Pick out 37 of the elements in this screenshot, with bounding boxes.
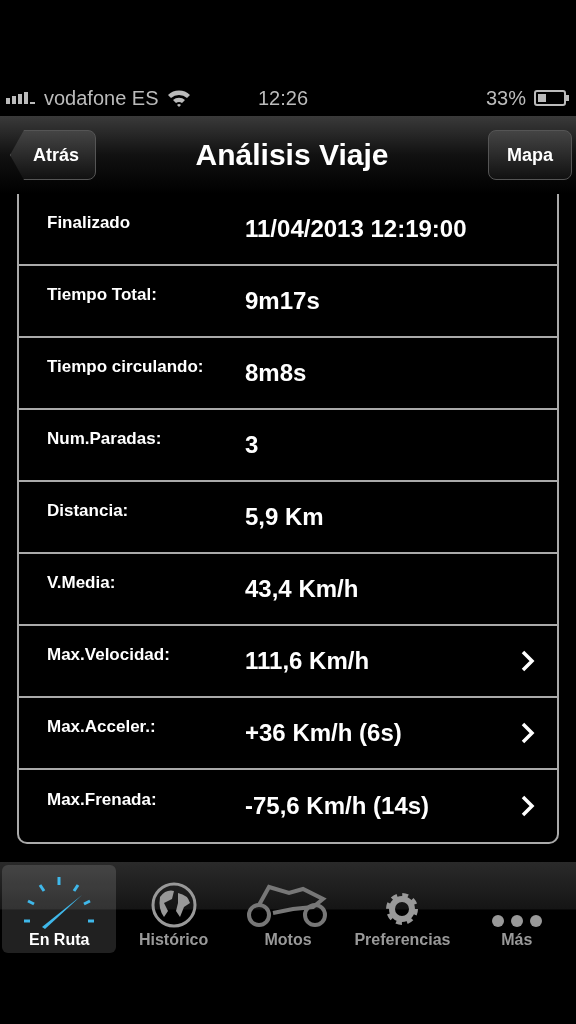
- tab[interactable]: Motos: [230, 865, 346, 953]
- row-label: Max.Frenada:: [47, 790, 158, 810]
- tab[interactable]: En Ruta: [2, 865, 117, 953]
- row-value: -75,6 Km/h (14s): [245, 792, 431, 820]
- row-value: 3: [245, 431, 260, 459]
- row-label: Max.Acceler.:: [47, 717, 157, 737]
- row-label: Distancia:: [47, 501, 130, 521]
- row-label: Tiempo circulando:: [47, 357, 205, 377]
- battery-percent: 33%: [485, 86, 526, 110]
- table-row[interactable]: Max.Frenada: -75,6 Km/h (14s): [19, 770, 557, 842]
- signal-icon: [6, 92, 36, 104]
- row-value: 111,6 Km/h: [245, 647, 371, 675]
- row-value: 8m8s: [245, 359, 308, 387]
- row-value: 11/04/2013 12:19:00: [245, 215, 468, 243]
- row-label: Num.Paradas:: [47, 429, 163, 449]
- row-label: Finalizado: [47, 213, 132, 233]
- wifi-icon: [166, 89, 191, 107]
- map-button[interactable]: Mapa: [488, 130, 572, 180]
- tab[interactable]: Preferencias: [345, 865, 460, 953]
- back-button[interactable]: Atrás: [10, 130, 97, 180]
- table-row[interactable]: Max.Velocidad: 111,6 Km/h: [19, 626, 557, 698]
- tab[interactable]: Más: [459, 865, 575, 953]
- clock-time: 12:26: [258, 86, 309, 110]
- row-value: 43,4 Km/h: [245, 575, 360, 603]
- globe-icon: [149, 881, 198, 929]
- tab[interactable]: Histórico: [116, 865, 231, 953]
- screen-title: Análisis Viaje: [194, 138, 390, 172]
- row-label: V.Media:: [47, 573, 117, 593]
- row-label: Tiempo Total:: [47, 285, 158, 305]
- more-icon: [489, 913, 544, 929]
- carrier-name: vodafone ES: [44, 86, 159, 110]
- row-value: +36 Km/h (6s): [245, 719, 403, 747]
- row-value: 9m17s: [245, 287, 321, 315]
- row-label: Max.Velocidad:: [47, 645, 171, 665]
- row-value: 5,9 Km: [245, 503, 325, 531]
- battery-icon: [534, 90, 570, 106]
- table-row[interactable]: Max.Acceler.: +36 Km/h (6s): [19, 698, 557, 770]
